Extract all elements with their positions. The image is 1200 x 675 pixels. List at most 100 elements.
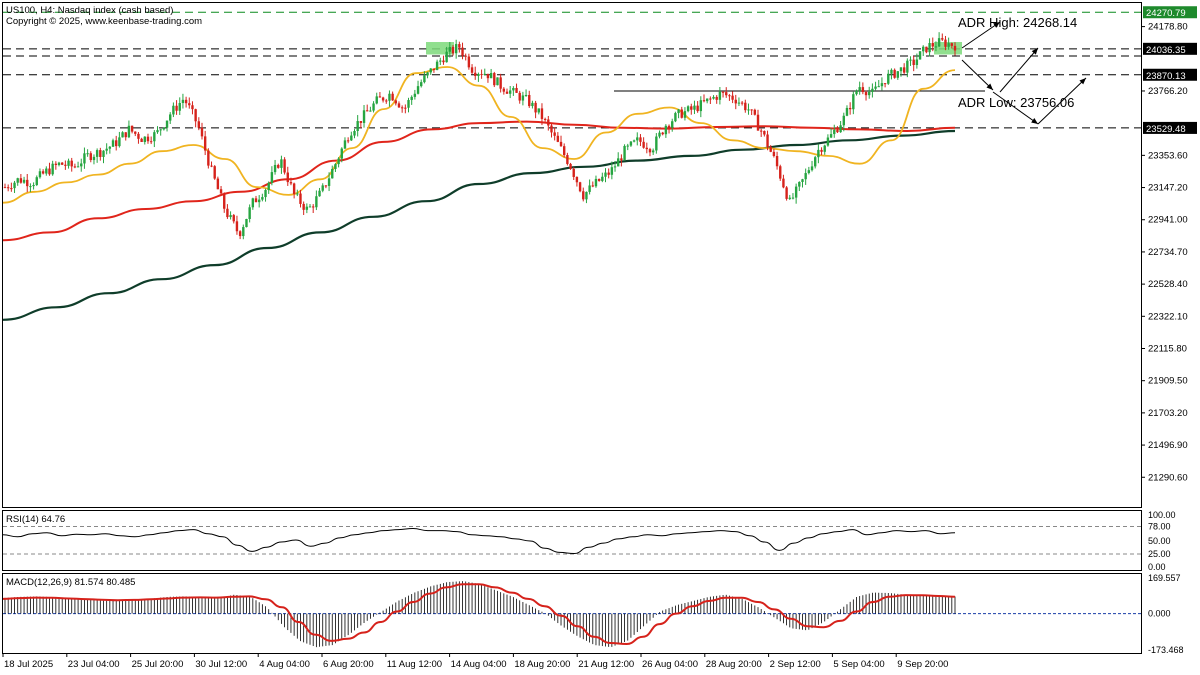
candle-body	[556, 135, 560, 142]
candle-body	[823, 145, 826, 152]
candle-body	[699, 100, 703, 112]
candle-body	[369, 110, 372, 112]
candle-body	[915, 59, 919, 65]
time-label: 6 Aug 20:00	[323, 659, 374, 670]
candle-body	[521, 95, 525, 101]
candle-body	[683, 111, 687, 118]
candle-body	[718, 91, 722, 100]
tick-label: 23147.20	[1148, 183, 1188, 194]
candle-body	[121, 132, 124, 138]
candle-body	[709, 98, 712, 100]
price-tag-label: 23529.48	[1146, 124, 1186, 135]
chart-title: US100, H4: Nasdaq index (cash based)	[6, 5, 173, 16]
candle-body	[782, 178, 785, 188]
candle-body	[604, 172, 607, 177]
candle-body	[639, 137, 642, 142]
candle-body	[92, 156, 96, 161]
candle-body	[931, 43, 934, 47]
candle-body	[833, 129, 836, 135]
rsi-tick-label: 0.00	[1148, 562, 1166, 572]
time-label: 18 Aug 20:00	[514, 659, 570, 670]
tick-label: 24178.80	[1148, 22, 1188, 33]
candle-body	[788, 197, 791, 199]
candle-body	[890, 69, 893, 74]
candle-body	[251, 198, 255, 208]
candle-body	[375, 96, 378, 104]
chart-canvas: 24270.79 24178.80 24036.35 23870.13 23766.20…	[2, 2, 1197, 670]
candle-body	[219, 189, 223, 194]
candle-body	[855, 90, 858, 95]
candle-body	[499, 77, 502, 89]
time-label: 25 Jul 20:00	[132, 659, 184, 670]
rsi-title: RSI(14) 64.76	[6, 514, 65, 525]
candle-body	[366, 110, 369, 112]
candle-body	[57, 162, 61, 165]
candle-body	[13, 182, 16, 189]
candle-body	[925, 46, 928, 53]
candle-body	[232, 215, 235, 222]
candle-body	[80, 163, 83, 167]
tick-label: 22734.70	[1148, 247, 1188, 258]
candle-body	[86, 153, 89, 155]
candle-body	[744, 102, 747, 111]
candle-body	[238, 231, 242, 237]
candle-body	[610, 167, 614, 175]
candle-body	[868, 91, 871, 96]
time-label: 18 Jul 2025	[4, 659, 53, 670]
time-label: 26 Aug 04:00	[642, 659, 698, 670]
candle-body	[48, 168, 51, 175]
candle-body	[489, 73, 493, 79]
candle-body	[922, 46, 925, 52]
candle-body	[105, 148, 108, 151]
candle-body	[426, 72, 429, 76]
candle-body	[60, 162, 64, 165]
candle-body	[680, 109, 683, 118]
candle-body	[229, 215, 232, 218]
candle-body	[613, 166, 617, 168]
candle-body	[464, 55, 467, 57]
candle-body	[296, 193, 299, 195]
time-label: 30 Jul 12:00	[195, 659, 247, 670]
candle-body	[887, 73, 890, 84]
candle-body	[912, 59, 915, 65]
candle-body	[801, 179, 804, 182]
candle-body	[451, 47, 455, 54]
candle-body	[143, 136, 146, 143]
candle-body	[607, 172, 610, 175]
candle-body	[302, 203, 305, 210]
candle-body	[594, 178, 598, 187]
price-axis: 24270.79 24178.80 24036.35 23870.13 23766.20…	[1141, 6, 1197, 483]
candle-body	[569, 163, 572, 169]
candle-body	[73, 166, 77, 168]
candle-body	[794, 186, 798, 198]
candle-body	[19, 178, 23, 183]
candle-body	[149, 141, 153, 143]
tick-label: 22322.10	[1148, 311, 1188, 322]
candle-body	[115, 140, 118, 147]
candle-body	[245, 218, 248, 228]
moving-averages	[2, 66, 956, 321]
candle-body	[226, 208, 229, 218]
candle-body	[407, 100, 410, 108]
candle-body	[566, 155, 569, 164]
candle-body	[642, 141, 645, 148]
candle-body	[512, 87, 515, 91]
candle-body	[324, 185, 328, 187]
candle-body	[798, 181, 801, 187]
tick-label: 22528.40	[1148, 279, 1188, 290]
candle-body	[893, 69, 896, 78]
candle-body	[766, 134, 769, 147]
candle-body	[944, 39, 947, 47]
tick-label: 23353.60	[1148, 150, 1188, 161]
candle-body	[477, 74, 480, 76]
candle-body	[480, 74, 483, 76]
candle-body	[502, 88, 506, 92]
candle-body	[693, 105, 696, 110]
time-label: 4 Aug 04:00	[259, 659, 310, 670]
candle-body	[350, 135, 353, 141]
candle-body	[423, 75, 426, 83]
candle-body	[807, 170, 811, 174]
candle-body	[839, 125, 842, 133]
candle-body	[629, 141, 633, 146]
candle-body	[197, 121, 201, 128]
